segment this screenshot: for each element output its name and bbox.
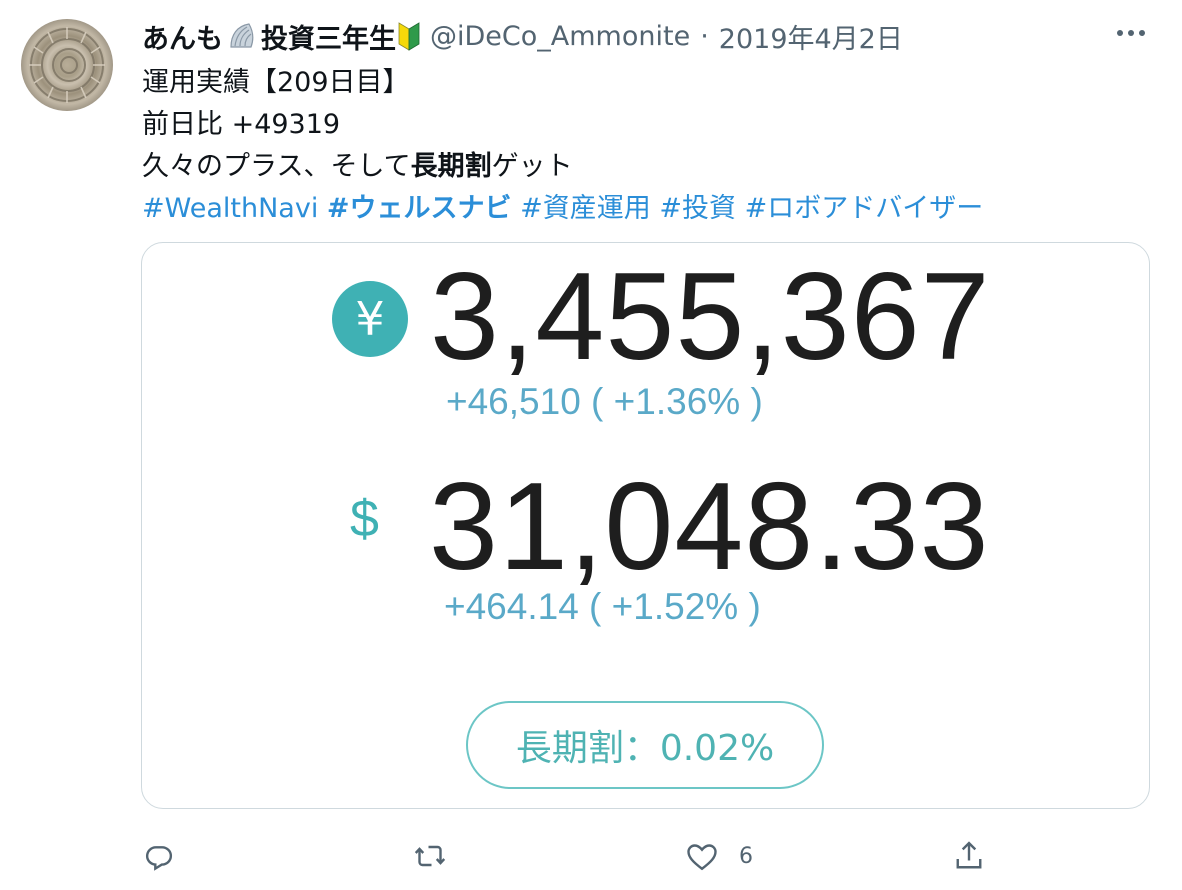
hashtag-asset-management[interactable]: #資産運用	[520, 193, 651, 224]
tweet-line-2: 前日比 +49319	[142, 109, 341, 140]
heart-icon	[683, 838, 721, 874]
tweet-line-3-pre: 久々のプラス、そして	[142, 151, 411, 182]
dollar-total-value: 31,048.33	[429, 458, 990, 596]
hashtag-investment[interactable]: #投資	[659, 193, 736, 224]
yen-total-value: 3,455,367	[430, 248, 991, 386]
reply-button[interactable]	[141, 838, 177, 874]
retweet-icon	[412, 838, 448, 874]
long-term-discount-badge: 長期割：0.02%	[466, 701, 824, 789]
hashtag-line: #WealthNavi #ウェルスナビ #資産運用 #投資 #ロボアドバイザー	[142, 188, 983, 230]
tweet-date[interactable]: 2019年4月2日	[719, 17, 903, 56]
avatar[interactable]	[21, 19, 113, 111]
dollar-daily-change: +464.14 ( +1.52% )	[444, 586, 761, 627]
ammonite-image	[29, 27, 105, 103]
more-options-icon[interactable]	[1114, 22, 1148, 44]
share-icon	[951, 838, 987, 874]
hashtag-wealthnavi[interactable]: #WealthNavi	[142, 193, 318, 224]
tweet-line-3: 久々のプラス、そして長期割ゲット	[142, 146, 983, 188]
shell-icon	[227, 21, 257, 51]
attached-image[interactable]: ¥ 3,455,367 +46,510 ( +1.36% ) $ 31,048.…	[141, 242, 1150, 809]
like-button[interactable]: 6	[683, 838, 753, 874]
like-count: 6	[739, 843, 753, 869]
author-title[interactable]: 投資三年生	[261, 17, 396, 56]
retweet-button[interactable]	[412, 838, 448, 874]
hashtag-wealthnavi-jp[interactable]: #ウェルスナビ	[327, 193, 512, 224]
dollar-icon: $	[350, 490, 379, 548]
tweet-text: 運用実績【209日目】 前日比 +49319 久々のプラス、そして長期割ゲット …	[142, 62, 983, 230]
beginner-mark-icon	[398, 21, 420, 51]
tweet-line-3-bold: 長期割	[410, 151, 492, 182]
tweet-header: あんも 投資三年生 @iDeCo_Ammonite · 2019年4月2日	[142, 14, 903, 58]
share-button[interactable]	[951, 838, 987, 874]
reply-icon	[141, 838, 177, 874]
hashtag-robo-advisor[interactable]: #ロボアドバイザー	[745, 193, 984, 224]
separator-dot: ·	[700, 20, 709, 52]
yen-daily-change: +46,510 ( +1.36% )	[446, 381, 763, 422]
author-handle[interactable]: @iDeCo_Ammonite	[430, 21, 690, 52]
yen-icon: ¥	[332, 281, 408, 357]
tweet-action-bar: 6	[0, 838, 1182, 878]
tweet-line-1: 運用実績【209日目】	[142, 67, 410, 98]
yen-symbol: ¥	[355, 292, 385, 346]
tweet-line-3-post: ゲット	[491, 151, 573, 182]
author-name[interactable]: あんも	[142, 17, 223, 56]
